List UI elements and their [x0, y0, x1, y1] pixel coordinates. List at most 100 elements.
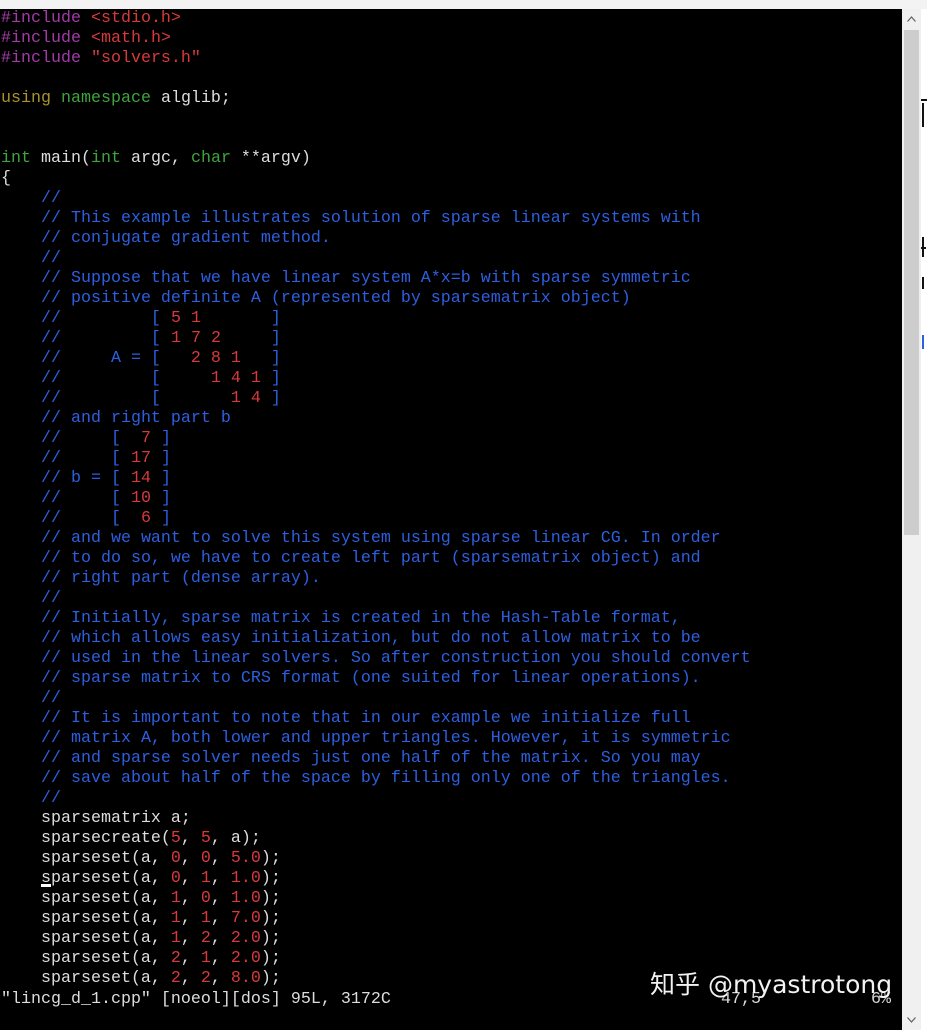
code-line: // It is important to note that in our e…	[1, 709, 751, 729]
code-line: // sparse matrix to CRS format (one suit…	[1, 669, 751, 689]
scroll-thumb[interactable]	[904, 30, 919, 535]
code-token: //	[40, 789, 61, 808]
code-token: );	[260, 909, 281, 928]
editor-window[interactable]: #include <stdio.h> #include <math.h> #incl…	[0, 9, 902, 1030]
chevron-up-icon	[907, 16, 916, 22]
code-line: sparseset(a, 2, 2, 8.0);	[1, 969, 751, 989]
background-window-fragment	[921, 99, 927, 101]
code-token: // to do so, we have to create left part…	[40, 549, 701, 568]
code-token: 1	[210, 369, 221, 388]
code-token: // [	[40, 449, 131, 468]
code-token: 5	[170, 829, 181, 848]
code-token: 2	[200, 969, 211, 988]
code-token: char	[190, 149, 231, 168]
code-token: {	[1, 169, 11, 188]
code-token: );	[260, 869, 281, 888]
background-window-edge	[921, 9, 927, 1030]
code-token: "solvers.h"	[90, 49, 201, 68]
code-token: ,	[210, 969, 231, 988]
code-token: // conjugate gradient method.	[40, 229, 331, 248]
code-token: 1	[200, 909, 211, 928]
code-line: // and sparse solver needs just one half…	[1, 749, 751, 769]
code-token: ,	[210, 909, 231, 928]
code-token: 2	[190, 349, 201, 368]
code-token: #include	[1, 9, 81, 28]
code-token: 7	[140, 429, 151, 448]
code-token: 5.0	[230, 849, 261, 868]
code-token: // save about half of the space by filli…	[40, 769, 731, 788]
code-token: 7	[190, 329, 201, 348]
scroll-down-button[interactable]	[902, 1010, 921, 1030]
code-token: 1	[200, 949, 211, 968]
code-line: int main(int argc, char **argv)	[1, 149, 751, 169]
code-token: ]	[260, 389, 281, 408]
code-line: // This example illustrates solution of …	[1, 209, 751, 229]
code-token: using	[1, 89, 51, 108]
code-token: 0	[200, 849, 211, 868]
code-line: sparseset(a, 1, 1, 7.0);	[1, 909, 751, 929]
text-area[interactable]: #include <stdio.h> #include <math.h> #incl…	[1, 9, 751, 989]
code-line: // [ 1 4 1 ]	[1, 369, 751, 389]
code-token: // sparse matrix to CRS format (one suit…	[40, 669, 701, 688]
code-token: );	[260, 889, 281, 908]
code-token: sparseset(a,	[1, 869, 171, 888]
code-token: // and right part b	[40, 409, 231, 428]
code-token: // b = [	[40, 469, 131, 488]
code-line: // and right part b	[1, 409, 751, 429]
code-token: // Suppose that we have linear system A*…	[40, 269, 691, 288]
code-token: ]	[200, 309, 281, 328]
code-line: sparseset(a, 0, 0, 5.0);	[1, 849, 751, 869]
code-token: 0	[200, 889, 211, 908]
vertical-scrollbar[interactable]	[902, 9, 921, 1030]
scroll-up-button[interactable]	[902, 9, 921, 29]
code-token: 1	[170, 909, 181, 928]
code-token: sparseset(a,	[1, 909, 171, 928]
code-line: // b = [ 14 ]	[1, 469, 751, 489]
code-token: // used in the linear solvers. So after …	[40, 649, 751, 668]
code-token: // [	[40, 429, 141, 448]
code-line: // which allows easy initialization, but…	[1, 629, 751, 649]
code-line: //	[1, 249, 751, 269]
code-line: sparseset(a, 2, 1, 2.0);	[1, 949, 751, 969]
code-token: 2	[170, 949, 181, 968]
code-token: 2.0	[230, 949, 261, 968]
code-token: ,	[210, 929, 231, 948]
code-line: // save about half of the space by filli…	[1, 769, 751, 789]
code-token: #include	[1, 49, 81, 68]
code-token: int	[1, 149, 31, 168]
code-token: // This example illustrates solution of …	[40, 209, 701, 228]
code-token: sparseset(a,	[1, 889, 171, 908]
code-token: ,	[180, 889, 201, 908]
code-token: );	[260, 849, 281, 868]
code-line: {	[1, 169, 751, 189]
code-token: 1.0	[230, 869, 261, 888]
code-token: 6	[140, 509, 151, 528]
code-token: <stdio.h>	[90, 9, 181, 28]
code-line: sparseset(a, 1, 0, 1.0);	[1, 889, 751, 909]
code-line: //	[1, 689, 751, 709]
code-token: // right part (dense array).	[40, 569, 321, 588]
code-token: ,	[210, 849, 231, 868]
code-token: 5	[170, 309, 181, 328]
code-token: 2	[170, 969, 181, 988]
